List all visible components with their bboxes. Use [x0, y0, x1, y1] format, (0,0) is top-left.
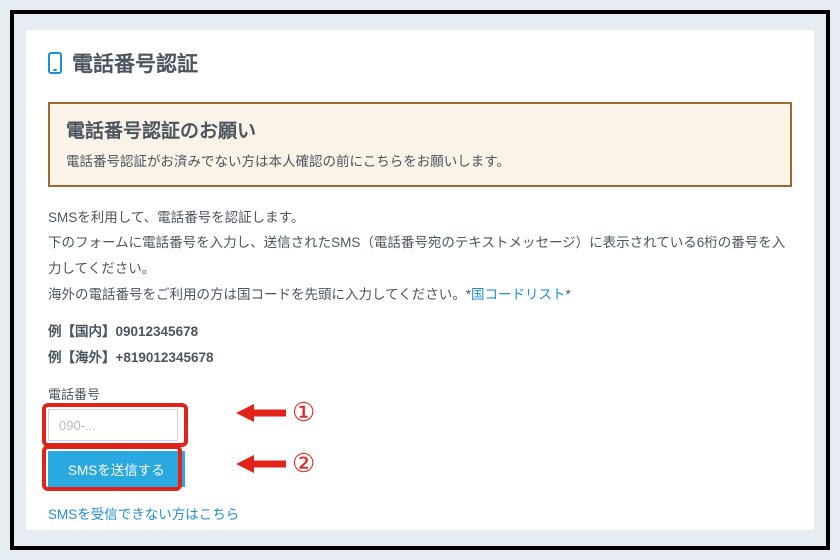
send-sms-button[interactable]: SMSを送信する	[48, 451, 185, 487]
desc-line1: SMSを利用して、電話番号を認証します。	[48, 210, 304, 225]
examples: 例【国内】09012345678 例【海外】+819012345678	[48, 319, 792, 370]
desc-line3-pre: 海外の電話番号をご利用の方は国コードを先頭に入力してください。*	[48, 287, 471, 302]
desc-line2: 下のフォームに電話番号を入力し、送信されたSMS（電話番号宛のテキストメッセージ…	[48, 235, 785, 276]
arrow-left-icon	[236, 452, 288, 476]
annotation-arrow-2: ②	[236, 448, 315, 479]
phone-icon	[48, 52, 62, 74]
example-international: 例【海外】+819012345678	[48, 345, 792, 371]
phone-field-label: 電話番号	[48, 384, 792, 403]
notice-box: 電話番号認証のお願い 電話番号認証がお済みでない方は本人確認の前にこちらをお願い…	[48, 102, 792, 187]
country-code-list-link[interactable]: 国コードリスト	[471, 287, 566, 302]
example-domestic: 例【国内】09012345678	[48, 319, 792, 345]
notice-body: 電話番号認証がお済みでない方は本人確認の前にこちらをお願いします。	[66, 151, 774, 173]
page-title: 電話番号認証	[48, 48, 792, 78]
arrow-left-icon	[236, 401, 288, 425]
page-title-text: 電話番号認証	[72, 48, 198, 78]
phone-input[interactable]	[48, 409, 178, 441]
annotation-number-2: ②	[292, 448, 315, 479]
sms-fallback-link[interactable]: SMSを受信できない方はこちら	[48, 503, 792, 523]
notice-title: 電話番号認証のお願い	[66, 116, 774, 143]
desc-line3-post: *	[565, 287, 570, 302]
description: SMSを利用して、電話番号を認証します。 下のフォームに電話番号を入力し、送信さ…	[48, 205, 792, 308]
